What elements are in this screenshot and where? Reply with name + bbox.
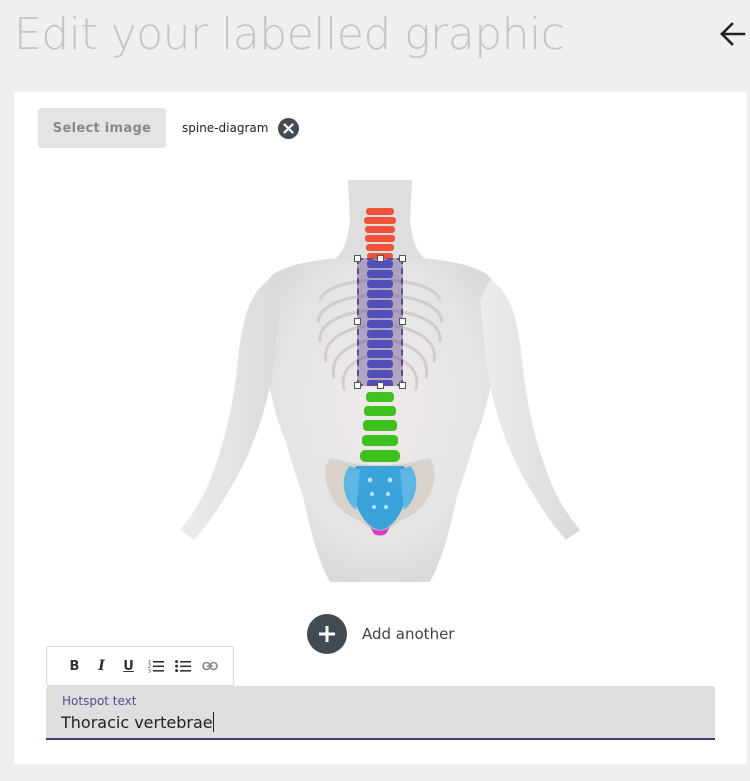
labelled-image[interactable] [180,180,580,582]
editor-card: Select image spine-diagram Add another B… [14,92,747,764]
add-another-button[interactable]: Add another [307,614,454,654]
bullet-list-icon[interactable] [174,659,191,673]
resize-handle-bottom-right[interactable] [399,382,406,389]
page-title: Edit your labelled graphic [14,9,565,60]
resize-handle-bottom[interactable] [377,382,384,389]
select-image-button[interactable]: Select image [38,108,166,148]
resize-handle-top-left[interactable] [354,255,361,262]
hotspot-text-input[interactable] [61,710,661,734]
italic-button[interactable]: I [88,654,115,678]
bold-button[interactable]: B [61,654,88,678]
hotspot-thoracic[interactable] [354,255,406,389]
remove-file-button[interactable] [278,117,300,139]
resize-handle-top[interactable] [377,255,384,262]
file-name: spine-diagram [182,121,269,135]
add-another-label[interactable]: Add another [362,625,454,643]
hotspot-text-field[interactable]: Hotspot text [46,686,715,740]
link-button[interactable] [196,654,223,678]
resize-handle-bottom-left[interactable] [354,382,361,389]
resize-handle-right[interactable] [399,318,406,325]
resize-handle-top-right[interactable] [399,255,406,262]
hotspot-text-label: Hotspot text [62,694,137,708]
resize-handle-left[interactable] [354,318,361,325]
bullet-list-button[interactable] [169,654,196,678]
link-icon[interactable] [201,661,218,671]
close-icon[interactable] [283,122,295,134]
back-button[interactable] [714,16,750,52]
ordered-list-button[interactable]: 1 2 3 [142,654,169,678]
svg-text:3: 3 [148,669,151,674]
file-chip: spine-diagram [182,116,300,140]
text-caret [213,712,214,732]
ordered-list-icon[interactable]: 1 2 3 [148,659,164,673]
plus-icon[interactable] [317,624,337,644]
add-button-circle[interactable] [307,614,347,654]
text-format-toolbar: B I U 1 2 3 [46,646,234,686]
arrow-left-icon[interactable] [717,19,747,49]
underline-button[interactable]: U [115,654,142,678]
